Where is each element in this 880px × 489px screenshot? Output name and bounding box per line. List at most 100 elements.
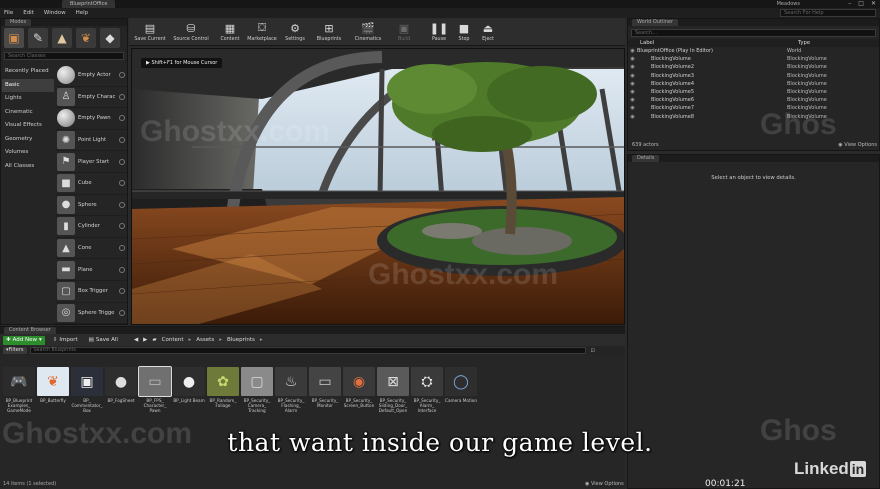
- blueprints-button[interactable]: ⊞ Blueprints: [314, 19, 344, 45]
- place-sphere[interactable]: ● Sphere: [55, 195, 127, 217]
- world-outliner-tab[interactable]: World Outliner: [632, 19, 679, 26]
- visibility-eye-icon[interactable]: ◉: [628, 48, 637, 54]
- help-search-input[interactable]: Search For Help: [780, 9, 876, 17]
- place-box-trigger[interactable]: ▢ Box Trigger: [55, 281, 127, 303]
- visibility-eye-icon[interactable]: ◉: [628, 89, 637, 95]
- place-cylinder[interactable]: ▮ Cylinder: [55, 216, 127, 238]
- cinematics-button[interactable]: 🎬 Cinematics: [352, 19, 384, 45]
- asset-tile[interactable]: ⛭ BP_Security_ Alarm_ Interface: [411, 367, 443, 413]
- back-arrow-icon[interactable]: ◀: [134, 337, 138, 343]
- outliner-search-input[interactable]: Search...: [631, 29, 876, 37]
- menu-window[interactable]: Window: [44, 8, 66, 18]
- lock-icon[interactable]: ⊡: [591, 348, 595, 354]
- menu-edit[interactable]: Edit: [23, 8, 34, 18]
- place-empty-character[interactable]: ♙ Empty Charac: [55, 87, 127, 109]
- source-control-button[interactable]: ⛁ Source Control: [170, 19, 212, 45]
- marketplace-button[interactable]: ⛋ Marketplace: [244, 19, 280, 45]
- category-cinematic[interactable]: Cinematic: [2, 106, 54, 120]
- category-lights[interactable]: Lights: [2, 92, 54, 106]
- save-current-button[interactable]: ▤ Save Current: [132, 19, 168, 45]
- save-all-button[interactable]: ▤ Save All: [86, 336, 121, 345]
- modes-tab[interactable]: Modes: [5, 19, 32, 26]
- build-button[interactable]: ▣ Build: [392, 19, 416, 45]
- geometry-mode-icon[interactable]: ◆: [100, 28, 120, 48]
- settings-button[interactable]: ⚙ Settings: [282, 19, 308, 45]
- paint-mode-icon[interactable]: ✎: [28, 28, 48, 48]
- outliner-row[interactable]: ◉ BlockingVolume5 BlockingVolume: [628, 88, 879, 96]
- asset-tile[interactable]: ▢ BP_Security_ Camera_ Tracking: [241, 367, 273, 413]
- search-blueprints-input[interactable]: Search Blueprints: [29, 347, 586, 354]
- asset-tile[interactable]: ♨ BP_Security_ Flashing_ Alarm: [275, 367, 307, 413]
- details-tab[interactable]: Details: [632, 155, 660, 162]
- visibility-eye-icon[interactable]: ◉: [628, 97, 637, 103]
- category-basic[interactable]: Basic: [2, 78, 54, 92]
- foliage-mode-icon[interactable]: ❦: [76, 28, 96, 48]
- place-point-light[interactable]: ✺ Point Light: [55, 130, 127, 152]
- outliner-row[interactable]: ◉ BlockingVolume3 BlockingVolume: [628, 72, 879, 80]
- pause-button[interactable]: ❚❚ Pause: [428, 19, 450, 45]
- visibility-eye-icon[interactable]: ◉: [628, 64, 637, 70]
- asset-tile[interactable]: 🎮 BP_Blueprint Examples_ GameMode: [3, 367, 35, 413]
- category-geometry[interactable]: Geometry: [2, 133, 54, 147]
- visibility-eye-icon[interactable]: ◉: [628, 81, 637, 87]
- breadcrumb-content[interactable]: Content: [162, 337, 184, 343]
- asset-tile[interactable]: ❦ BP_Butterfly: [37, 367, 69, 403]
- maximize-icon[interactable]: □: [858, 0, 864, 8]
- column-type[interactable]: Type: [798, 39, 810, 47]
- place-cube[interactable]: ■ Cube: [55, 173, 127, 195]
- category-all-classes[interactable]: All Classes: [2, 160, 54, 174]
- place-plane[interactable]: ▬ Plane: [55, 259, 127, 281]
- breadcrumb-blueprints[interactable]: Blueprints: [227, 337, 255, 343]
- place-empty-actor[interactable]: Empty Actor: [55, 65, 127, 87]
- visibility-eye-icon[interactable]: ◉: [628, 114, 637, 120]
- asset-tile[interactable]: ● BP_FogSheet: [105, 367, 137, 403]
- import-button[interactable]: ⇩ Import: [50, 336, 81, 345]
- forward-arrow-icon[interactable]: ▶: [143, 337, 147, 343]
- eject-button[interactable]: ⏏ Eject: [477, 19, 499, 45]
- filters-button[interactable]: ▾Filters: [3, 347, 27, 354]
- outliner-row[interactable]: ◉ BlockingVolume7 BlockingVolume: [628, 104, 879, 112]
- minimize-icon[interactable]: –: [848, 0, 851, 8]
- menu-help[interactable]: Help: [76, 8, 89, 18]
- place-sphere-trigger[interactable]: ◎ Sphere Trigge: [55, 303, 127, 325]
- view-options-button[interactable]: ◉ View Options: [585, 481, 624, 487]
- level-viewport[interactable]: ▶ Shift+F1 for Mouse Cursor: [131, 48, 625, 325]
- outliner-row[interactable]: ◉ BlueprintOffice (Play In Editor) World: [628, 47, 879, 55]
- visibility-eye-icon[interactable]: ◉: [628, 56, 637, 62]
- outliner-view-options-button[interactable]: ◉ View Options: [838, 142, 877, 148]
- close-icon[interactable]: ✕: [871, 0, 876, 8]
- column-label[interactable]: Label: [628, 39, 798, 47]
- landscape-mode-icon[interactable]: ▲: [52, 28, 72, 48]
- outliner-row[interactable]: ◉ BlockingVolume2 BlockingVolume: [628, 63, 879, 71]
- outliner-row[interactable]: ◉ BlockingVolume BlockingVolume: [628, 55, 879, 63]
- outliner-row[interactable]: ◉ BlockingVolume6 BlockingVolume: [628, 96, 879, 104]
- outliner-row[interactable]: ◉ BlockingVolume4 BlockingVolume: [628, 80, 879, 88]
- sphere-trigger-icon: ◎: [57, 303, 75, 322]
- content-browser-tab[interactable]: Content Browser: [4, 327, 56, 334]
- asset-tile[interactable]: ◉ BP_Security_ Screen_Button: [343, 367, 375, 408]
- content-button[interactable]: ▦ Content: [218, 19, 242, 45]
- asset-tile[interactable]: ✿ BP_Random_ Foliage: [207, 367, 239, 408]
- asset-tile[interactable]: ● BP_Light Beam: [173, 367, 205, 403]
- place-empty-pawn[interactable]: Empty Pawn: [55, 108, 127, 130]
- outliner-row[interactable]: ◉ BlockingVolume8 BlockingVolume: [628, 113, 879, 121]
- add-new-button[interactable]: ✚ Add New ▾: [3, 335, 45, 345]
- breadcrumb-assets[interactable]: Assets: [196, 337, 214, 343]
- asset-tile[interactable]: ⊠ BP_Security_ Sliding_Door_ Default_Open: [377, 367, 409, 413]
- place-player-start[interactable]: ⚑ Player Start: [55, 151, 127, 173]
- asset-tile[interactable]: ◯ Camera Motion: [445, 367, 477, 403]
- menu-file[interactable]: File: [4, 8, 13, 18]
- asset-tile-selected[interactable]: ▭ BP_FPS_ Character_ Pawn: [138, 366, 172, 413]
- level-tab[interactable]: BlueprintOffice: [62, 0, 116, 8]
- category-volumes[interactable]: Volumes: [2, 146, 54, 160]
- search-classes-input[interactable]: Search Classes: [4, 52, 124, 60]
- asset-tile[interactable]: ▣ BP_ Commentator_ Box: [71, 367, 103, 413]
- place-mode-icon[interactable]: ▣: [4, 28, 24, 48]
- stop-button[interactable]: ■ Stop: [453, 19, 475, 45]
- category-recently-placed[interactable]: Recently Placed: [2, 65, 54, 79]
- category-visual-effects[interactable]: Visual Effects: [2, 119, 54, 133]
- visibility-eye-icon[interactable]: ◉: [628, 73, 637, 79]
- visibility-eye-icon[interactable]: ◉: [628, 105, 637, 111]
- place-cone[interactable]: ▲ Cone: [55, 238, 127, 260]
- asset-tile[interactable]: ▭ BP_Security_ Monitor: [309, 367, 341, 408]
